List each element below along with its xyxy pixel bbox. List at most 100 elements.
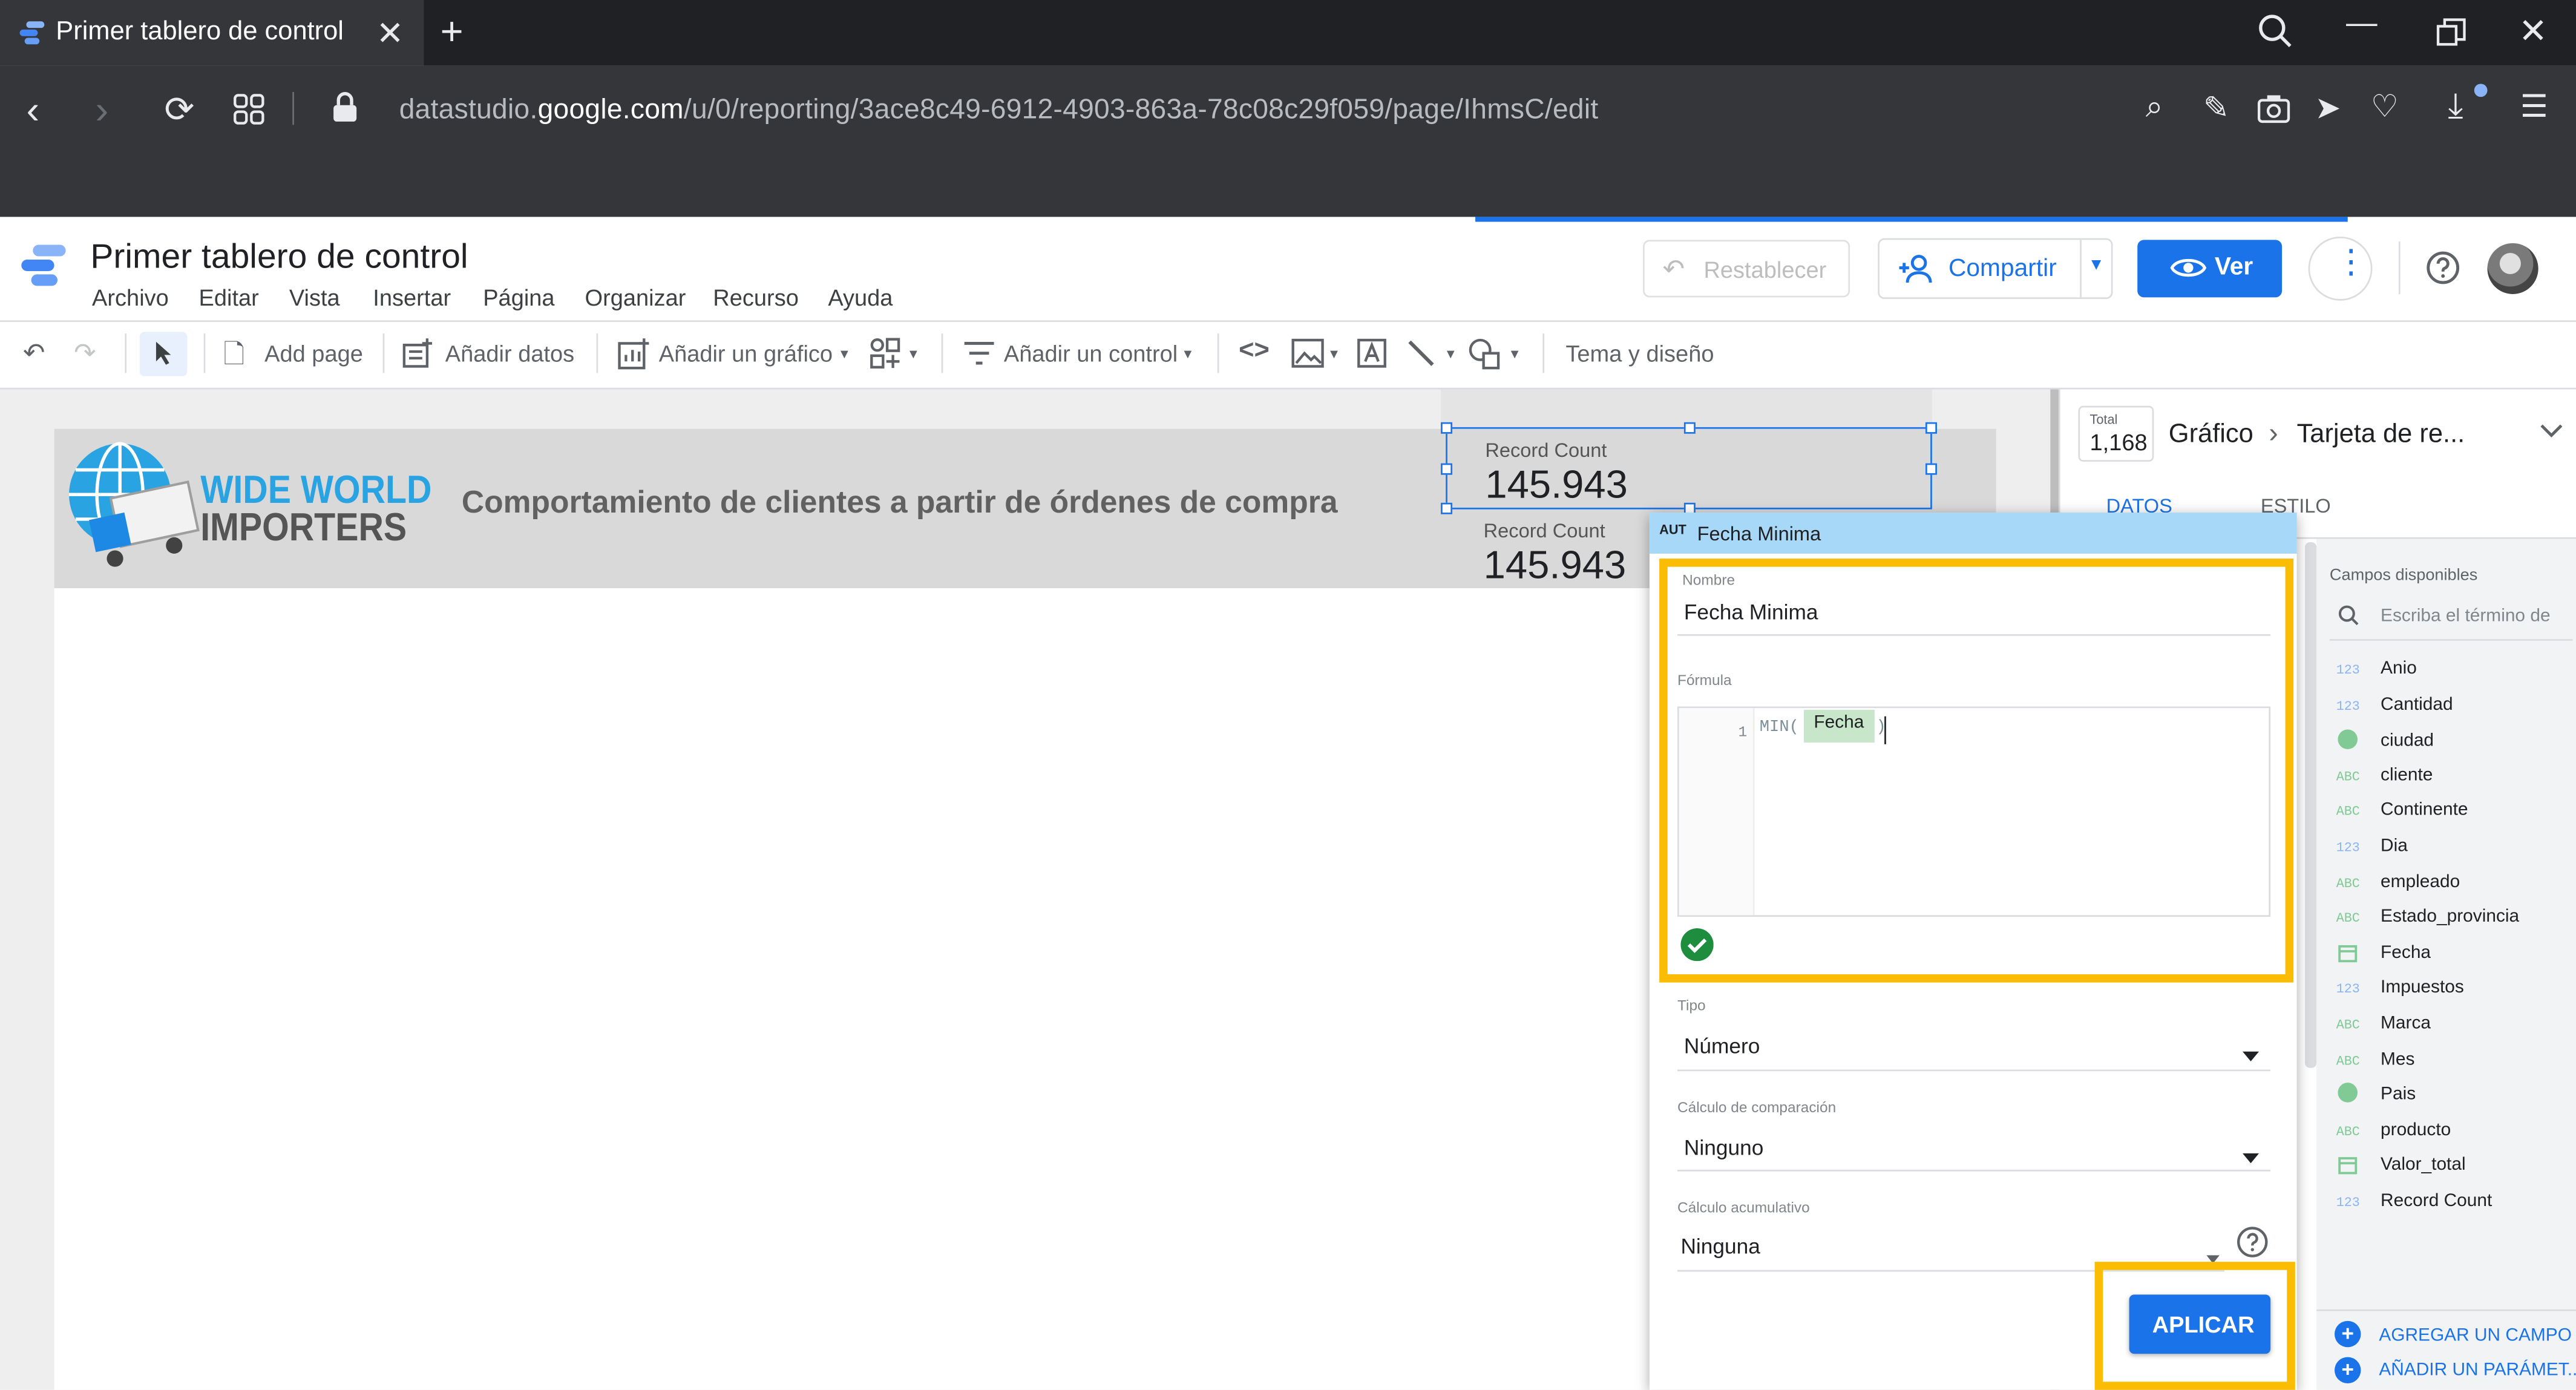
- view-button[interactable]: Ver: [2137, 240, 2283, 298]
- share-button[interactable]: Compartir ▼: [1878, 238, 2113, 300]
- field-item[interactable]: Record Count: [2381, 1191, 2492, 1211]
- menu-archivo[interactable]: Archivo: [92, 284, 169, 310]
- snapshot-edit-icon[interactable]: ✎: [2203, 90, 2229, 128]
- new-tab-icon[interactable]: +: [441, 10, 464, 56]
- help-icon[interactable]: [2425, 250, 2461, 294]
- avatar[interactable]: [2487, 243, 2538, 294]
- field-item[interactable]: cliente: [2381, 765, 2433, 785]
- scorecard-selected[interactable]: Record Count 145.943: [1446, 427, 1932, 510]
- menu-pagina[interactable]: Página: [483, 284, 554, 310]
- reset-button[interactable]: ↶ Restablecer: [1643, 240, 1850, 298]
- chevron-down-icon[interactable]: ▼: [907, 347, 920, 361]
- resize-handle[interactable]: [1925, 463, 1937, 475]
- data-studio-logo-icon[interactable]: [18, 243, 67, 298]
- heart-icon[interactable]: ♡: [2371, 89, 2399, 126]
- menu-insertar[interactable]: Insertar: [373, 284, 451, 310]
- menu-editar[interactable]: Editar: [199, 284, 259, 310]
- camera-icon[interactable]: [2257, 94, 2290, 131]
- add-field-plus-icon[interactable]: +: [2335, 1320, 2361, 1348]
- resize-handle[interactable]: [1441, 422, 1453, 434]
- add-param-plus-icon[interactable]: +: [2335, 1357, 2361, 1384]
- field-search-icon[interactable]: [2338, 605, 2359, 634]
- reload-icon[interactable]: ⟳: [165, 89, 195, 132]
- breadcrumb-chart[interactable]: Gráfico: [2169, 421, 2253, 450]
- field-item[interactable]: Fecha: [2381, 943, 2431, 963]
- easy-setup-icon[interactable]: ☰: [2520, 89, 2548, 126]
- select-tool-button[interactable]: [139, 332, 188, 376]
- add-page-button[interactable]: Add page: [264, 340, 363, 366]
- menu-recurso[interactable]: Recurso: [713, 284, 799, 310]
- field-search-input[interactable]: Escriba el término de: [2381, 606, 2551, 626]
- chevron-down-icon[interactable]: ▼: [838, 347, 851, 361]
- close-tab-icon[interactable]: ✕: [376, 13, 404, 54]
- url-field[interactable]: datastudio.google.com/u/0/reporting/3ace…: [399, 94, 1599, 126]
- redo-icon[interactable]: ↷: [74, 337, 96, 370]
- menu-organizar[interactable]: Organizar: [585, 284, 686, 310]
- forward-icon[interactable]: ›: [95, 89, 108, 135]
- field-item[interactable]: Dia: [2381, 836, 2408, 856]
- field-item[interactable]: producto: [2381, 1121, 2451, 1141]
- scorecard[interactable]: Record Count 145.943: [1446, 510, 1650, 588]
- report-title[interactable]: Comportamiento de clientes a partir de ó…: [462, 487, 1338, 523]
- doc-title[interactable]: Primer tablero de control: [90, 238, 468, 278]
- back-icon[interactable]: ‹: [26, 89, 39, 135]
- image-icon[interactable]: [1291, 338, 1324, 376]
- add-parameter-button[interactable]: AÑADIR UN PARÁMET...: [2379, 1360, 2576, 1380]
- resize-handle[interactable]: [1683, 422, 1696, 434]
- field-item[interactable]: ciudad: [2381, 731, 2434, 751]
- resize-handle[interactable]: [1441, 463, 1453, 475]
- field-item[interactable]: Estado_provincia: [2381, 907, 2519, 927]
- comparison-select[interactable]: Ninguno: [1684, 1135, 1764, 1160]
- add-data-icon[interactable]: [402, 337, 435, 378]
- cumulative-select[interactable]: Ninguna: [1680, 1234, 1760, 1259]
- field-item[interactable]: Cantidad: [2381, 695, 2453, 715]
- browser-tab[interactable]: Primer tablero de control ✕: [0, 0, 424, 66]
- more-options-button[interactable]: ⋮: [2308, 236, 2373, 301]
- lock-icon[interactable]: [332, 92, 358, 131]
- field-item[interactable]: Valor_total: [2381, 1155, 2466, 1175]
- field-item[interactable]: Pais: [2381, 1084, 2416, 1104]
- menu-ayuda[interactable]: Ayuda: [828, 284, 893, 310]
- add-control-button[interactable]: Añadir un control: [1004, 340, 1178, 366]
- speed-dial-icon[interactable]: [234, 94, 265, 133]
- field-item[interactable]: Continente: [2381, 800, 2468, 820]
- undo-icon[interactable]: ↶: [23, 337, 45, 370]
- field-item[interactable]: Marca: [2381, 1014, 2431, 1034]
- download-icon[interactable]: ⤓: [2448, 87, 2463, 126]
- field-item[interactable]: empleado: [2381, 873, 2460, 893]
- close-window-icon[interactable]: ✕: [2519, 11, 2548, 53]
- field-item[interactable]: Impuestos: [2381, 977, 2464, 997]
- resize-handle[interactable]: [1925, 422, 1937, 434]
- field-item[interactable]: Anio: [2381, 659, 2417, 679]
- add-data-button[interactable]: Añadir datos: [445, 340, 574, 366]
- chevron-down-icon[interactable]: ▼: [1444, 347, 1457, 361]
- cumulative-help-icon[interactable]: [2236, 1225, 2269, 1267]
- add-chart-icon[interactable]: [618, 337, 651, 378]
- chevron-down-icon[interactable]: ▼: [1328, 347, 1341, 361]
- chevron-down-icon[interactable]: ▼: [1508, 347, 1521, 361]
- panel-scrollbar[interactable]: [2305, 542, 2317, 1068]
- zoom-search-icon[interactable]: ⌕: [2146, 90, 2163, 126]
- type-dropdown-arrow-icon[interactable]: [2242, 1040, 2260, 1070]
- theme-layout-button[interactable]: Tema y diseño: [1565, 340, 1714, 366]
- add-chart-button[interactable]: Añadir un gráfico: [659, 340, 833, 366]
- line-tool-icon[interactable]: [1406, 338, 1436, 376]
- text-box-icon[interactable]: [1357, 338, 1387, 376]
- chart-type-chevron-icon[interactable]: [2538, 418, 2565, 447]
- send-icon[interactable]: ➤: [2315, 90, 2341, 128]
- shape-tool-icon[interactable]: [1467, 337, 1503, 378]
- add-field-button[interactable]: AGREGAR UN CAMPO: [2379, 1326, 2572, 1346]
- menu-vista[interactable]: Vista: [289, 284, 340, 310]
- type-select[interactable]: Número: [1684, 1034, 1760, 1058]
- embed-code-icon[interactable]: <>: [1239, 337, 1270, 367]
- comparison-dropdown-arrow-icon[interactable]: [2242, 1142, 2260, 1172]
- filter-control-icon[interactable]: [963, 340, 995, 375]
- browser-search-icon[interactable]: [2257, 13, 2293, 57]
- minimize-icon[interactable]: —: [2346, 7, 2378, 43]
- chevron-down-icon[interactable]: ▼: [1181, 347, 1195, 361]
- add-page-icon[interactable]: 🗋: [223, 337, 244, 381]
- share-dropdown-icon[interactable]: ▼: [2088, 257, 2105, 275]
- restore-icon[interactable]: [2436, 18, 2466, 56]
- breadcrumb-chart-type[interactable]: Tarjeta de re...: [2297, 421, 2465, 450]
- field-item[interactable]: Mes: [2381, 1050, 2414, 1070]
